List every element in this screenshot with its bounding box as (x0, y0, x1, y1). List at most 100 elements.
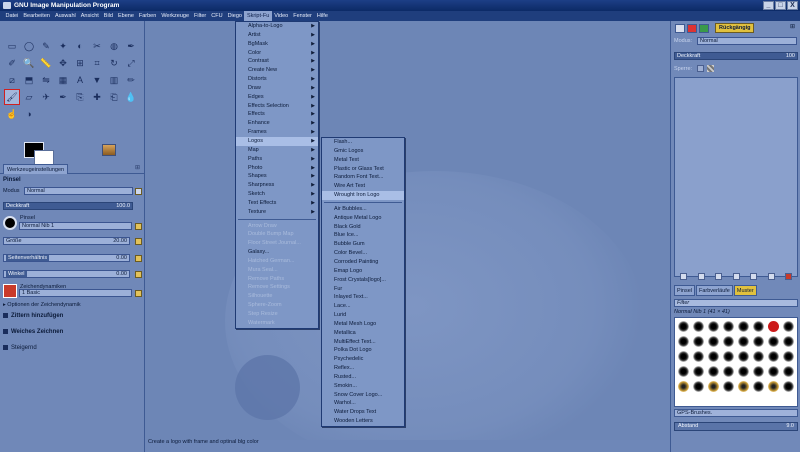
menu-werkzeuge[interactable]: Werkzeuge (159, 11, 192, 21)
dynamics-icon[interactable] (3, 284, 17, 298)
menu-item-fur[interactable]: Fur (322, 285, 404, 294)
weiches-checkbox[interactable]: Weiches Zeichnen (3, 329, 63, 335)
menu-bild[interactable]: Bild (101, 11, 115, 21)
rect-select-icon[interactable]: ▭ (4, 38, 20, 54)
measure-icon[interactable]: 📏 (38, 55, 54, 71)
color-select-icon[interactable]: ◐ (72, 38, 88, 54)
menu-item-warhol[interactable]: Warhol... (322, 399, 404, 408)
crop-icon[interactable]: ⌗ (89, 55, 105, 71)
winkel-field[interactable]: Winkel 0.00 (3, 270, 130, 278)
tab-tool-options[interactable]: Werkzeugeinstellungen (3, 164, 69, 174)
brush-grid[interactable] (674, 317, 798, 407)
foreground-select-icon[interactable]: ◍ (106, 38, 122, 54)
menu-item-rusted[interactable]: Rusted... (322, 373, 404, 382)
brush-thumbnail[interactable] (708, 336, 719, 347)
undo-tab[interactable]: Rückgängig (715, 23, 755, 33)
menu-item-metallica[interactable]: Metallica (322, 329, 404, 338)
channels-tab-icon[interactable] (687, 24, 697, 33)
brush-thumbnail[interactable] (723, 381, 734, 392)
paths-tab-icon[interactable] (699, 24, 709, 33)
steigernd-checkbox[interactable]: Steigernd (3, 345, 37, 351)
menu-item-text-effects[interactable]: Text Effects ▶ (236, 199, 318, 208)
brush-preview[interactable] (3, 216, 17, 230)
menu-item-alpha-to-logo[interactable]: Alpha-to-Logo ▶ (236, 22, 318, 31)
blur-icon[interactable]: 💧 (123, 89, 139, 105)
canvas-workspace[interactable] (145, 21, 670, 440)
close-button[interactable]: X (787, 1, 798, 10)
brush-thumbnail[interactable] (738, 381, 749, 392)
menu-item-sharpness[interactable]: Sharpness ▶ (236, 181, 318, 190)
brush-thumbnail[interactable] (753, 351, 764, 362)
menu-item-metal-text[interactable]: Metal Text (322, 156, 404, 165)
layer-opacity-slider[interactable]: Deckkraft 100 (674, 52, 798, 60)
menu-item-flash[interactable]: Flash... (322, 138, 404, 147)
menu-item-plastic-or-glass-text[interactable]: Plastic or Glass Text (322, 165, 404, 174)
tab-farbverlaeufe[interactable]: Farbverläufe (695, 285, 733, 296)
new-layer-icon[interactable] (680, 273, 687, 280)
mode-reset-icon[interactable] (135, 188, 142, 195)
seitenverhaeltnis-field[interactable]: Seitenverhältnis 0.00 (3, 254, 130, 262)
layers-tab-icon[interactable] (675, 24, 685, 33)
color-picker-icon[interactable]: ✐ (4, 55, 20, 71)
menu-item-emap-logo[interactable]: Emap Logo (322, 267, 404, 276)
brush-thumbnail[interactable] (738, 321, 749, 332)
brush-thumbnail[interactable] (738, 336, 749, 347)
menu-item-map[interactable]: Map ▶ (236, 146, 318, 155)
shear-icon[interactable]: ⧄ (4, 72, 20, 88)
lock-pixels-icon[interactable] (697, 65, 704, 72)
brush-thumbnail[interactable] (738, 366, 749, 377)
brush-thumbnail[interactable] (783, 351, 794, 362)
brush-thumbnail[interactable] (753, 381, 764, 392)
menu-item-artist[interactable]: Artist ▶ (236, 31, 318, 40)
brush-thumbnail[interactable] (678, 381, 689, 392)
menu-item-random-font-text[interactable]: Random Font Text... (322, 173, 404, 182)
active-image-thumbnail[interactable] (102, 144, 116, 156)
brush-thumbnail[interactable] (708, 321, 719, 332)
menu-skript-fu[interactable]: Skript-Fu (244, 11, 272, 21)
brush-thumbnail[interactable] (768, 321, 779, 332)
perspective-icon[interactable]: ⬒ (21, 72, 37, 88)
brush-thumbnail[interactable] (693, 321, 704, 332)
rotate-icon[interactable]: ↻ (106, 55, 122, 71)
airbrush-icon[interactable]: ✈ (38, 89, 54, 105)
menu-item-wooden-letters[interactable]: Wooden Letters (322, 417, 404, 426)
zittern-checkbox[interactable]: Zittern hinzufügen (3, 313, 63, 319)
menu-item-smokin[interactable]: Smokin... (322, 382, 404, 391)
brush-thumbnail[interactable] (753, 336, 764, 347)
menu-filter[interactable]: Filter (192, 11, 209, 21)
brush-thumbnail[interactable] (783, 336, 794, 347)
menu-bearbeiten[interactable]: Bearbeiten (21, 11, 53, 21)
blend-icon[interactable]: ▥ (106, 72, 122, 88)
paths-icon[interactable]: ✒ (123, 38, 139, 54)
ellipse-select-icon[interactable]: ◯ (21, 38, 37, 54)
menu-diego[interactable]: Diego (225, 11, 244, 21)
menu-item-contrast[interactable]: Contrast ▶ (236, 57, 318, 66)
dodge-burn-icon[interactable]: ◑ (21, 106, 37, 122)
layer-group-icon[interactable] (697, 273, 705, 280)
paintbrush-icon[interactable]: 🖌 (4, 89, 20, 105)
smudge-icon[interactable]: ☝ (4, 106, 20, 122)
modus-select[interactable]: Normal (24, 187, 133, 195)
dynamics-select[interactable]: 1 Basic (19, 289, 132, 297)
brush-select[interactable]: Normal Nib 1 (19, 222, 132, 230)
layer-mode-select[interactable]: Normal (697, 37, 797, 45)
brush-thumbnail[interactable] (678, 321, 689, 332)
free-select-icon[interactable]: ✎ (38, 38, 54, 54)
menu-item-sketch[interactable]: Sketch ▶ (236, 190, 318, 199)
move-icon[interactable]: ✥ (55, 55, 71, 71)
brush-thumbnail[interactable] (678, 336, 689, 347)
menu-item-frames[interactable]: Frames ▶ (236, 128, 318, 137)
menu-item-lace[interactable]: Lace... (322, 302, 404, 311)
menu-item-wire-art-text[interactable]: Wire Art Text (322, 182, 404, 191)
brush-thumbnail[interactable] (738, 351, 749, 362)
optionen-expander[interactable]: ▸ Optionen der Zeichendynamik (3, 302, 81, 308)
minimize-button[interactable]: _ (763, 1, 774, 10)
menu-item-shapes[interactable]: Shapes ▶ (236, 172, 318, 181)
pencil-icon[interactable]: ✏ (123, 72, 139, 88)
brush-thumbnail[interactable] (708, 381, 719, 392)
menu-item-texture[interactable]: Texture ▶ (236, 208, 318, 217)
dock-close-icon[interactable]: ⊞ (790, 24, 797, 31)
menu-item-black-gold[interactable]: Black Gold (322, 223, 404, 232)
menu-ebene[interactable]: Ebene (115, 11, 136, 21)
menu-item-color-bevel[interactable]: Color Bevel... (322, 249, 404, 258)
